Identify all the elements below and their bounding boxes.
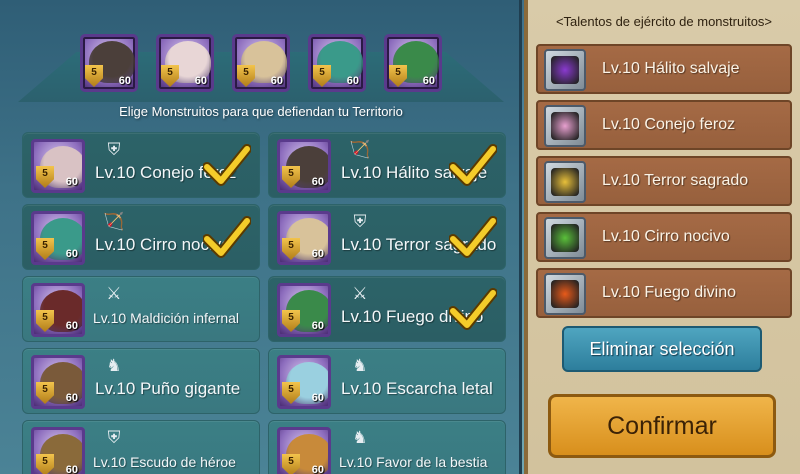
monster-card[interactable]: 5 60 ⛨ Lv.10 Terror sagrado bbox=[268, 204, 506, 270]
power-value: 60 bbox=[422, 75, 435, 87]
monster-thumbnail: 5 60 bbox=[277, 283, 331, 337]
defender-banner: 5 60 5 60 5 60 5 60 5 60 Elige Monstruitos para q… bbox=[0, 0, 522, 128]
talent-name: Lv.10 Cirro nocivo bbox=[602, 228, 730, 245]
defender-cirro-slot[interactable]: 5 60 bbox=[308, 34, 366, 92]
talent-name: Lv.10 Terror sagrado bbox=[602, 172, 749, 189]
clear-selection-button[interactable]: Eliminar selección bbox=[562, 326, 762, 372]
power-value: 60 bbox=[118, 75, 131, 87]
shield-icon: ⛨ bbox=[353, 212, 367, 231]
power-value: 60 bbox=[311, 320, 324, 332]
monster-name: Lv.10 Escudo de héroe bbox=[93, 454, 236, 470]
monster-card[interactable]: 5 60 ⚔ Lv.10 Maldición infernal bbox=[22, 276, 260, 342]
talent-row: Lv.10 Conejo feroz bbox=[536, 100, 792, 150]
power-value: 60 bbox=[311, 248, 324, 260]
monster-thumbnail: 5 60 bbox=[277, 211, 331, 265]
power-value: 60 bbox=[311, 392, 324, 404]
talent-icon bbox=[544, 217, 586, 259]
monster-thumbnail: 5 60 bbox=[31, 283, 85, 337]
monster-thumbnail: 5 60 bbox=[277, 355, 331, 409]
monster-card[interactable]: 5 60 ⛨ Lv.10 Escudo de héroe bbox=[22, 420, 260, 474]
level-badge: 5 bbox=[313, 65, 331, 87]
talent-row: Lv.10 Terror sagrado bbox=[536, 156, 792, 206]
power-value: 60 bbox=[311, 176, 324, 188]
monster-card[interactable]: 5 60 ⛨ Lv.10 Conejo feroz bbox=[22, 132, 260, 198]
monster-card[interactable]: 5 60 ⚔ Lv.10 Fuego divino bbox=[268, 276, 506, 342]
monster-selection-panel: 5 60 5 60 5 60 5 60 5 60 Elige Monstruitos para q… bbox=[0, 0, 522, 474]
defender-halito-slot[interactable]: 5 60 bbox=[80, 34, 138, 92]
defender-terror-slot[interactable]: 5 60 bbox=[232, 34, 290, 92]
defender-fuego-slot[interactable]: 5 60 bbox=[384, 34, 442, 92]
level-badge: 5 bbox=[85, 65, 103, 87]
power-value: 60 bbox=[65, 248, 78, 260]
monster-thumbnail: 5 60 bbox=[31, 139, 85, 193]
level-badge: 5 bbox=[389, 65, 407, 87]
checkmark-icon bbox=[203, 144, 251, 186]
talent-row: Lv.10 Fuego divino bbox=[536, 268, 792, 318]
talent-panel: <Talentos de ejército de monstruitos> Lv… bbox=[524, 0, 800, 474]
monster-thumbnail: 5 60 bbox=[277, 427, 331, 474]
monster-name: Lv.10 Puño gigante bbox=[95, 379, 241, 398]
talent-name: Lv.10 Hálito salvaje bbox=[602, 60, 740, 77]
monster-thumbnail: 5 60 bbox=[277, 139, 331, 193]
defender-slots: 5 60 5 60 5 60 5 60 5 60 bbox=[80, 34, 442, 92]
talent-icon bbox=[544, 273, 586, 315]
monster-card[interactable]: 5 60 🏹 Lv.10 Hálito salvaje bbox=[268, 132, 506, 198]
talent-icon bbox=[544, 161, 586, 203]
talent-name: Lv.10 Fuego divino bbox=[602, 284, 737, 301]
shield-icon: ⛨ bbox=[107, 428, 121, 447]
bow-shield-icon: ⚔ bbox=[106, 284, 122, 303]
monster-name: Lv.10 Maldición infernal bbox=[93, 310, 240, 326]
monster-thumbnail: 5 60 bbox=[31, 427, 85, 474]
power-value: 60 bbox=[270, 75, 283, 87]
monster-card[interactable]: 5 60 ♞ Lv.10 Favor de la bestia bbox=[268, 420, 506, 474]
knight-icon: ♞ bbox=[352, 428, 368, 447]
talent-icon bbox=[544, 49, 586, 91]
bow-icon: 🏹 bbox=[103, 212, 125, 231]
knight-icon: ♞ bbox=[352, 356, 368, 375]
power-value: 60 bbox=[65, 320, 78, 332]
monster-card[interactable]: 5 60 ♞ Lv.10 Puño gigante bbox=[22, 348, 260, 414]
confirm-button[interactable]: Confirmar bbox=[548, 394, 776, 458]
bow-shield-icon: ⚔ bbox=[352, 284, 368, 303]
knight-icon: ♞ bbox=[106, 356, 122, 375]
level-badge: 5 bbox=[237, 65, 255, 87]
power-value: 60 bbox=[194, 75, 207, 87]
monster-name: Lv.10 Escarcha letal bbox=[341, 379, 493, 398]
checkmark-icon bbox=[449, 216, 497, 258]
monster-name: Lv.10 Favor de la bestia bbox=[339, 454, 488, 470]
bow-icon: 🏹 bbox=[349, 140, 371, 159]
talent-row: Lv.10 Hálito salvaje bbox=[536, 44, 792, 94]
checkmark-icon bbox=[203, 216, 251, 258]
talent-name: Lv.10 Conejo feroz bbox=[602, 116, 736, 133]
power-value: 60 bbox=[346, 75, 359, 87]
talent-icon bbox=[544, 105, 586, 147]
power-value: 60 bbox=[65, 392, 78, 404]
shield-icon: ⛨ bbox=[107, 140, 121, 159]
monster-card[interactable]: 5 60 ♞ Lv.10 Escarcha letal bbox=[268, 348, 506, 414]
talent-panel-title: <Talentos de ejército de monstruitos> bbox=[555, 14, 773, 29]
monster-card[interactable]: 5 60 🏹 Lv.10 Cirro nocivo bbox=[22, 204, 260, 270]
power-value: 60 bbox=[65, 464, 78, 474]
level-badge: 5 bbox=[161, 65, 179, 87]
power-value: 60 bbox=[65, 176, 78, 188]
choose-instruction: Elige Monstruitos para que defiendan tu … bbox=[119, 104, 403, 119]
power-value: 60 bbox=[311, 464, 324, 474]
checkmark-icon bbox=[449, 288, 497, 330]
monster-thumbnail: 5 60 bbox=[31, 355, 85, 409]
monster-thumbnail: 5 60 bbox=[31, 211, 85, 265]
checkmark-icon bbox=[449, 144, 497, 186]
talent-row: Lv.10 Cirro nocivo bbox=[536, 212, 792, 262]
defender-conejo-slot[interactable]: 5 60 bbox=[156, 34, 214, 92]
